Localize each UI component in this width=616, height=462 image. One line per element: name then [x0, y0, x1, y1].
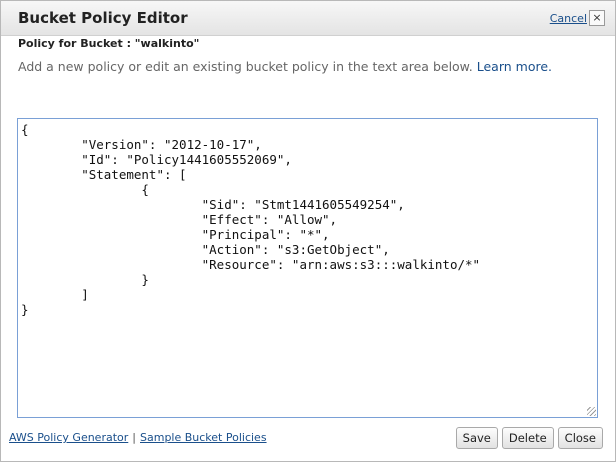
description: Add a new policy or edit an existing buc…: [18, 59, 552, 74]
bucket-policy-dialog: Bucket Policy Editor Cancel × Policy for…: [0, 0, 616, 462]
cancel-link[interactable]: Cancel: [550, 12, 587, 25]
policy-line: {: [21, 122, 29, 137]
resize-grip-icon[interactable]: [587, 407, 596, 416]
policy-line: "Effect": "Allow",: [21, 212, 338, 227]
policy-line: "Id": "Policy1441605552069",: [21, 152, 292, 167]
footer-links: AWS Policy Generator | Sample Bucket Polic…: [9, 431, 267, 444]
sample-bucket-policies-link[interactable]: Sample Bucket Policies: [140, 431, 267, 444]
policy-line: "Version": "2012-10-17",: [21, 137, 262, 152]
learn-more-link[interactable]: Learn more.: [477, 59, 552, 74]
close-icon[interactable]: ×: [589, 10, 605, 26]
link-separator: |: [132, 431, 136, 444]
delete-button[interactable]: Delete: [501, 427, 554, 449]
policy-text[interactable]: { "Version": "2012-10-17", "Id": "Policy…: [21, 122, 594, 414]
policy-line: "Action": "s3:GetObject",: [21, 242, 390, 257]
dialog-buttons: Save Delete Close: [455, 427, 603, 449]
policy-line: {: [21, 182, 149, 197]
dialog-titlebar: Bucket Policy Editor Cancel ×: [1, 1, 615, 36]
policy-textarea[interactable]: { "Version": "2012-10-17", "Id": "Policy…: [17, 118, 598, 418]
policy-line: "Resource": "arn:aws:s3:::walkinto/*": [21, 257, 481, 272]
save-button[interactable]: Save: [455, 427, 498, 449]
policy-line: "Sid": "Stmt1441605549254",: [21, 197, 405, 212]
description-text: Add a new policy or edit an existing buc…: [18, 59, 473, 74]
bucket-subtitle: Policy for Bucket : "walkinto": [18, 37, 200, 50]
dialog-title: Bucket Policy Editor: [18, 9, 188, 27]
aws-policy-generator-link[interactable]: AWS Policy Generator: [9, 431, 128, 444]
policy-line: "Principal": "*",: [21, 227, 330, 242]
policy-line: "Statement": [: [21, 167, 187, 182]
close-button[interactable]: Close: [557, 427, 603, 449]
policy-line: }: [21, 272, 149, 287]
policy-line: }: [21, 302, 29, 317]
policy-line: ]: [21, 287, 89, 302]
